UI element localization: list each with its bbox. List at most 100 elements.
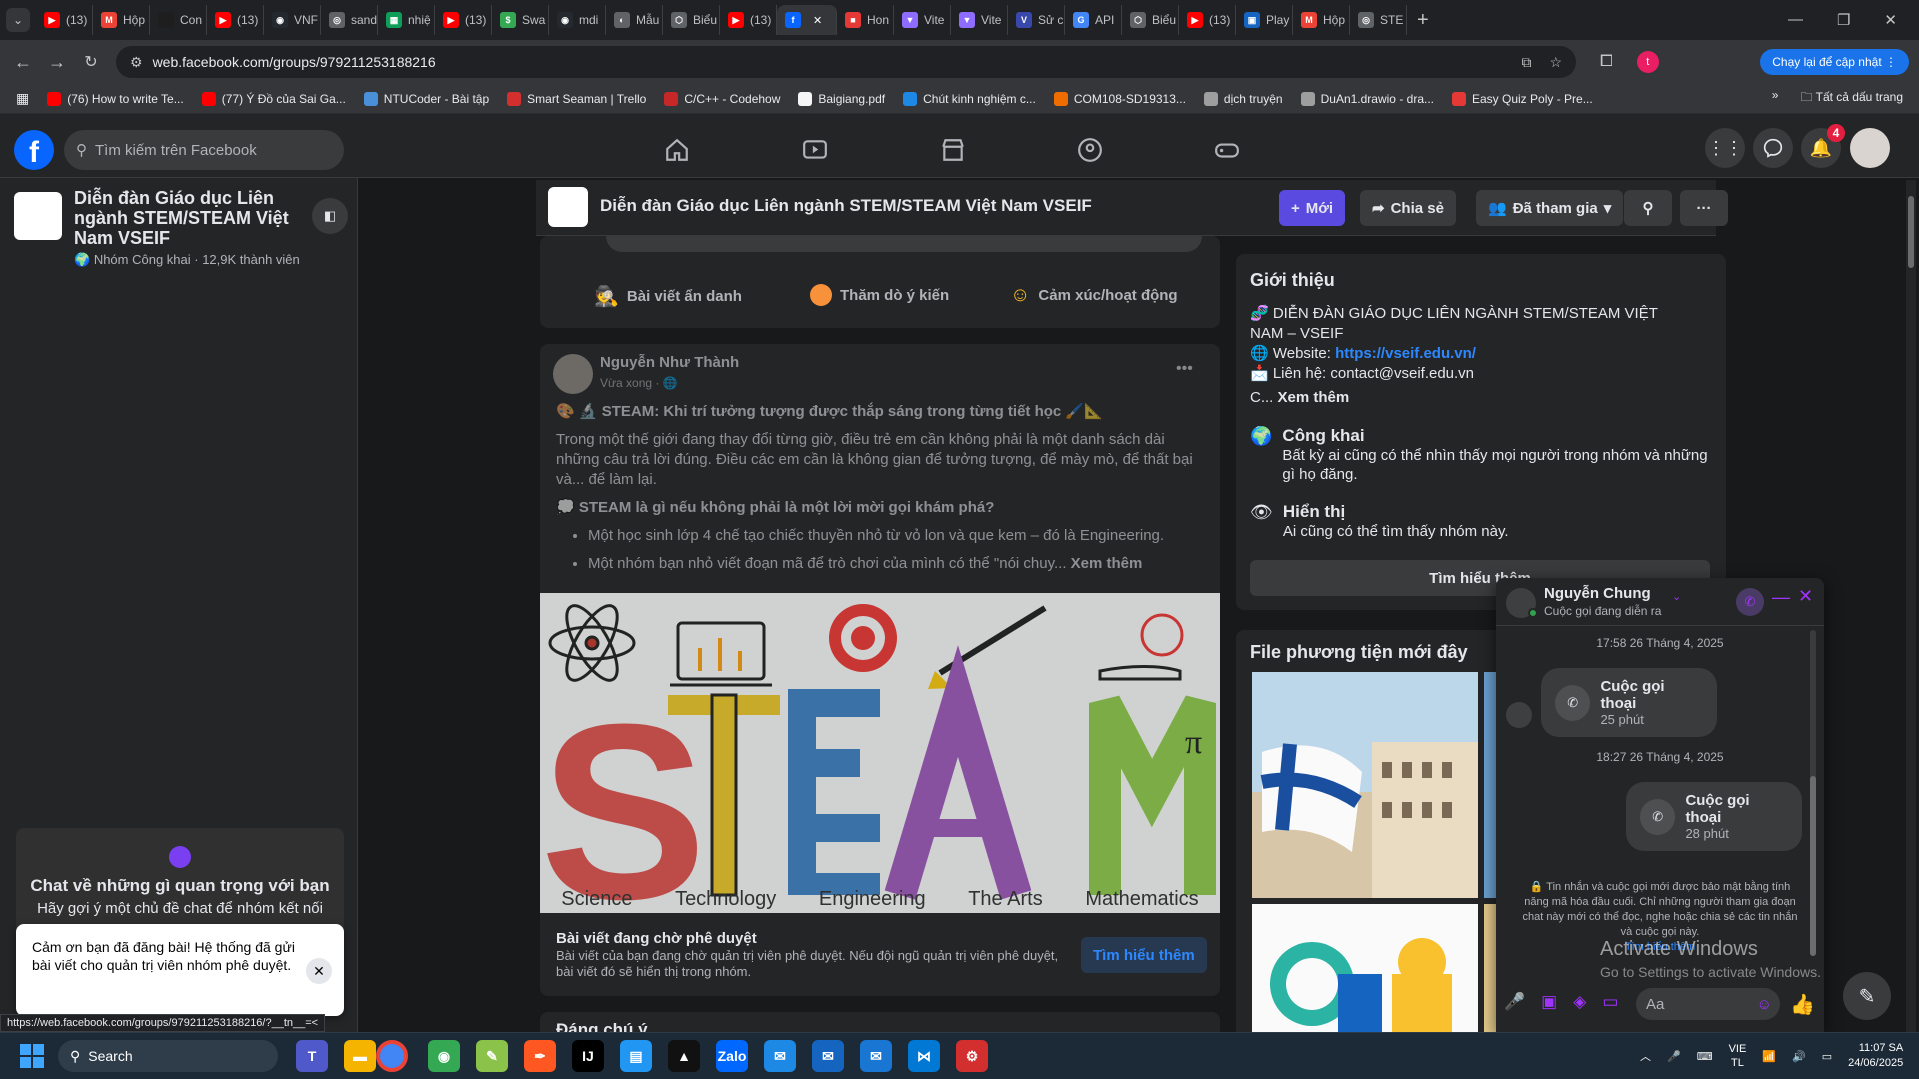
sticker-icon[interactable]: ◈ bbox=[1573, 992, 1586, 1012]
tray-overflow-icon[interactable]: ︿ bbox=[1640, 1048, 1651, 1064]
browser-tab[interactable]: Con bbox=[150, 5, 207, 35]
site-info-icon[interactable]: ⚙ bbox=[130, 54, 143, 71]
gaming-nav-icon[interactable] bbox=[1205, 128, 1249, 172]
composer-feeling[interactable]: ☺ Cảm xúc/hoạt động bbox=[1010, 284, 1178, 307]
menu-grid-icon[interactable]: ⋮⋮ bbox=[1705, 128, 1745, 168]
media-thumbnail-partial[interactable] bbox=[1484, 904, 1496, 1032]
gif-icon[interactable]: ▭ bbox=[1602, 992, 1618, 1012]
browser-tab[interactable]: ◐ Mẫu bbox=[606, 5, 663, 35]
taskbar-app-icon[interactable]: ✎ bbox=[476, 1040, 508, 1072]
tab-search-button[interactable]: ⌄ bbox=[6, 8, 30, 32]
taskbar-app-icon[interactable]: ◉ bbox=[428, 1040, 460, 1072]
new-tab-button[interactable]: + bbox=[1417, 9, 1429, 32]
taskbar-app-icon[interactable]: ✒ bbox=[524, 1040, 556, 1072]
share-button[interactable]: ➦ Chia sẻ bbox=[1360, 190, 1456, 226]
minimize-window-button[interactable]: — bbox=[1788, 11, 1803, 29]
taskbar-app-icon[interactable]: T bbox=[296, 1040, 328, 1072]
page-scrollbar-thumb[interactable] bbox=[1908, 196, 1914, 268]
pending-learn-more-button[interactable]: Tìm hiểu thêm bbox=[1081, 937, 1207, 973]
taskbar-app-icon[interactable]: ✉ bbox=[860, 1040, 892, 1072]
browser-tab[interactable]: M Hộp bbox=[1293, 5, 1350, 35]
bookmark-item[interactable]: Baigiang.pdf bbox=[798, 91, 885, 106]
close-tab-icon[interactable]: ✕ bbox=[813, 14, 822, 27]
facebook-search-input[interactable]: ⚲ Tìm kiếm trên Facebook bbox=[64, 130, 344, 170]
extensions-icon[interactable]: ⧠ bbox=[1600, 53, 1613, 71]
keyboard-icon[interactable]: ⌨ bbox=[1697, 1050, 1713, 1063]
phone-call-icon[interactable]: ✆ bbox=[1736, 588, 1764, 616]
joined-button[interactable]: 👥 Đã tham gia ▾ bbox=[1476, 190, 1624, 226]
composer-anonymous[interactable]: 🕵 Bài viết ẩn danh bbox=[594, 284, 742, 309]
emoji-icon[interactable]: ☺ bbox=[1757, 996, 1772, 1013]
new-post-button[interactable]: + Mới bbox=[1279, 190, 1346, 226]
chrome-taskbar-icon[interactable] bbox=[376, 1040, 408, 1072]
media-thumbnail-tei[interactable] bbox=[1252, 904, 1478, 1032]
video-nav-icon[interactable] bbox=[793, 128, 837, 172]
groups-nav-icon[interactable] bbox=[1068, 128, 1112, 172]
clock[interactable]: 11:07 SA 24/06/2025 bbox=[1848, 1041, 1903, 1071]
author-avatar[interactable] bbox=[553, 354, 593, 394]
collapse-sidebar-icon[interactable]: ◧ bbox=[312, 198, 348, 234]
bookmark-star-icon[interactable]: ☆ bbox=[1549, 54, 1562, 71]
browser-tab[interactable]: ◎ sand bbox=[321, 5, 378, 35]
browser-tab[interactable]: ⬡ Biểu bbox=[1122, 5, 1179, 35]
bookmark-item[interactable]: DuAn1.drawio - dra... bbox=[1300, 91, 1434, 106]
forward-button[interactable]: → bbox=[42, 47, 72, 77]
browser-tab[interactable]: ▶ (13) bbox=[1179, 5, 1236, 35]
chevron-down-icon[interactable]: ⌄ bbox=[1672, 590, 1681, 603]
browser-tab[interactable]: ▶ (13) bbox=[435, 5, 492, 35]
composer-input[interactable] bbox=[606, 236, 1202, 252]
group-search-button[interactable]: ⚲ bbox=[1624, 190, 1672, 226]
language-indicator[interactable]: VIE TL bbox=[1729, 1042, 1747, 1070]
account-avatar[interactable] bbox=[1850, 128, 1890, 168]
taskbar-app-icon[interactable]: ✉ bbox=[812, 1040, 844, 1072]
group-logo[interactable] bbox=[14, 192, 62, 240]
browser-tab[interactable]: ◎ STE bbox=[1350, 5, 1407, 35]
website-link[interactable]: https://vseif.edu.vn/ bbox=[1335, 345, 1476, 362]
taskbar-app-icon[interactable]: ▲ bbox=[668, 1040, 700, 1072]
browser-tab[interactable]: ▶ (13) bbox=[207, 5, 264, 35]
taskbar-app-icon[interactable]: IJ bbox=[572, 1040, 604, 1072]
taskbar-app-icon[interactable]: ✉ bbox=[764, 1040, 796, 1072]
incoming-call-bubble[interactable]: ✆ Cuộc gọi thoại 25 phút bbox=[1541, 668, 1717, 737]
browser-tab[interactable]: f ✕ bbox=[777, 5, 837, 35]
outgoing-call-bubble[interactable]: ✆ Cuộc gọi thoại 28 phút bbox=[1626, 782, 1802, 851]
more-bookmarks-icon[interactable]: » bbox=[1772, 88, 1779, 109]
page-scrollbar[interactable] bbox=[1906, 180, 1916, 1032]
bookmark-item[interactable]: (77) Ý Đồ của Sai Ga... bbox=[201, 91, 346, 106]
browser-tab[interactable]: ▼ Vite bbox=[894, 5, 951, 35]
browser-tab[interactable]: ◉ VNF bbox=[264, 5, 321, 35]
group-title[interactable]: Diễn đàn Giáo dục Liên ngành STEM/STEAM … bbox=[74, 188, 294, 248]
bookmark-item[interactable]: C/C++ - Codehow bbox=[664, 91, 780, 106]
composer-poll[interactable]: Thăm dò ý kiến bbox=[810, 284, 949, 306]
profile-avatar[interactable]: t bbox=[1636, 51, 1659, 73]
reload-button[interactable]: ↻ bbox=[76, 47, 106, 77]
bookmark-item[interactable]: dịch truyện bbox=[1203, 91, 1283, 106]
bookmark-item[interactable]: Chút kinh nghiệm c... bbox=[903, 91, 1036, 106]
messenger-icon[interactable] bbox=[1753, 128, 1793, 168]
browser-tab[interactable]: V Sử c bbox=[1008, 5, 1065, 35]
taskbar-search-box[interactable]: ⚲ Search bbox=[58, 1040, 278, 1072]
facebook-logo[interactable]: f bbox=[14, 130, 54, 170]
mic-icon[interactable]: 🎤 bbox=[1504, 992, 1525, 1012]
minimize-chat-icon[interactable]: — bbox=[1772, 587, 1790, 608]
see-more-link[interactable]: Xem thêm bbox=[1071, 555, 1143, 572]
media-thumbnail-finland[interactable] bbox=[1252, 672, 1478, 898]
close-toast-icon[interactable]: ✕ bbox=[306, 958, 332, 984]
contact-name[interactable]: Nguyễn Chung bbox=[1544, 585, 1651, 602]
install-app-icon[interactable]: ⧉ bbox=[1521, 54, 1531, 71]
marketplace-nav-icon[interactable] bbox=[931, 128, 975, 172]
post-author[interactable]: Nguyễn Như Thành bbox=[600, 354, 739, 371]
mic-tray-icon[interactable]: 🎤 bbox=[1667, 1050, 1681, 1063]
more-menu-icon[interactable]: ⋮ bbox=[1885, 55, 1897, 69]
browser-tab[interactable]: $ Swa bbox=[492, 5, 549, 35]
chat-message-input[interactable]: Aa ☺ bbox=[1636, 988, 1780, 1020]
bookmark-item[interactable]: Easy Quiz Poly - Pre... bbox=[1452, 91, 1593, 106]
group-bar-title[interactable]: Diễn đàn Giáo dục Liên ngành STEM/STEAM … bbox=[600, 196, 1092, 216]
relaunch-update-button[interactable]: Chạy lại để cập nhật ⋮ bbox=[1760, 49, 1909, 75]
media-thumbnail-partial[interactable] bbox=[1484, 672, 1496, 898]
browser-tab[interactable]: ⬡ Biểu bbox=[663, 5, 720, 35]
new-message-button[interactable]: ✎ bbox=[1843, 972, 1891, 1020]
close-chat-icon[interactable]: ✕ bbox=[1798, 586, 1813, 607]
all-bookmarks-folder[interactable]: 🗀 Tất cả dấu trang bbox=[1800, 88, 1903, 109]
browser-tab[interactable]: M Hộp bbox=[93, 5, 150, 35]
